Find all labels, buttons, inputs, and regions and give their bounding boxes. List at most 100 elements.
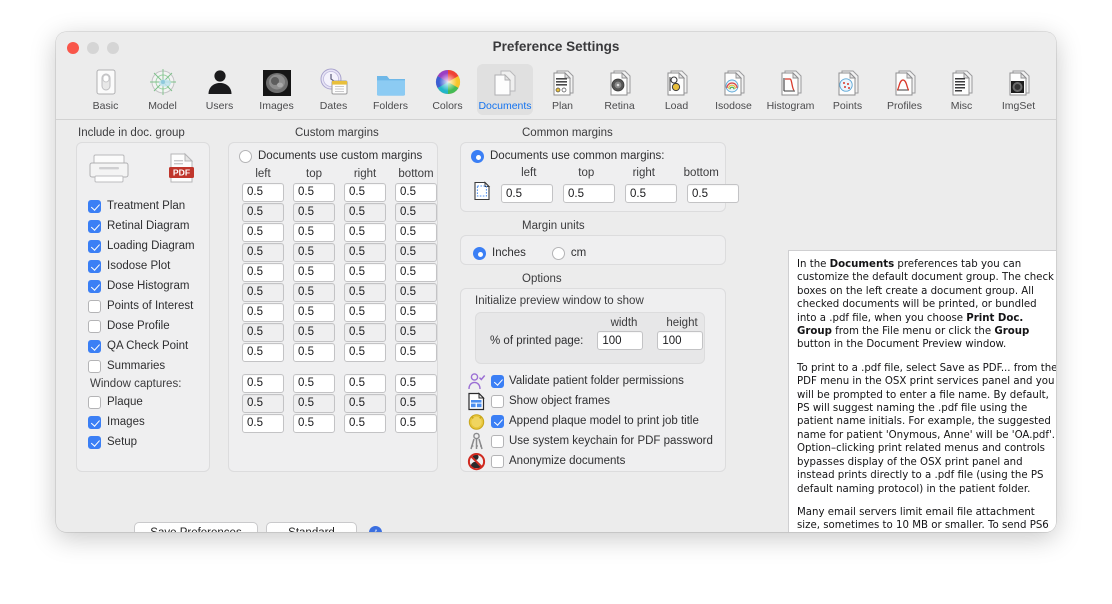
common-margin-input[interactable]: 0.5	[563, 184, 615, 203]
close-button[interactable]	[67, 42, 79, 54]
doc-group-item[interactable]: Isodose Plot	[88, 256, 209, 276]
margin-input[interactable]: 0.5	[344, 413, 386, 433]
margin-input[interactable]: 0.5	[293, 302, 335, 322]
option-row[interactable]: Show object frames	[467, 391, 725, 411]
margin-input[interactable]: 0.5	[344, 393, 386, 413]
margin-input[interactable]: 0.5	[293, 393, 335, 413]
common-margins-radio[interactable]: Documents use common margins:	[461, 143, 725, 163]
margin-input[interactable]: 0.5	[242, 342, 284, 362]
checkbox[interactable]	[88, 319, 101, 333]
checkbox[interactable]	[88, 279, 101, 293]
preview-size-input[interactable]: 100	[657, 331, 704, 350]
margin-input[interactable]: 0.5	[395, 182, 437, 202]
toolbar-tab-imgset[interactable]: ImgSet	[991, 64, 1046, 115]
toolbar-tab-dates[interactable]: Dates	[306, 64, 361, 115]
doc-group-item[interactable]: Dose Histogram	[88, 276, 209, 296]
checkbox[interactable]	[88, 395, 101, 409]
margin-input[interactable]: 0.5	[344, 242, 386, 262]
doc-group-item[interactable]: Retinal Diagram	[88, 216, 209, 236]
option-checkbox[interactable]	[491, 434, 504, 448]
checkbox[interactable]	[88, 359, 101, 373]
checkbox[interactable]	[88, 199, 101, 213]
toolbar-tab-basic[interactable]: Basic	[78, 64, 133, 115]
option-row[interactable]: Use system keychain for PDF password	[467, 431, 725, 451]
common-margin-input[interactable]: 0.5	[501, 184, 553, 203]
margin-input[interactable]: 0.5	[293, 373, 335, 393]
margin-input[interactable]: 0.5	[395, 222, 437, 242]
checkbox[interactable]	[88, 219, 101, 233]
margin-input[interactable]: 0.5	[242, 242, 284, 262]
toolbar-tab-documents[interactable]: Documents	[477, 64, 533, 115]
checkbox[interactable]	[88, 415, 101, 429]
margin-input[interactable]: 0.5	[395, 413, 437, 433]
margin-input[interactable]: 0.5	[344, 182, 386, 202]
toolbar-tab-profiles[interactable]: Profiles	[877, 64, 932, 115]
option-row[interactable]: Anonymize documents	[467, 451, 725, 471]
margin-input[interactable]: 0.5	[242, 222, 284, 242]
option-row[interactable]: Validate patient folder permissions	[467, 371, 725, 391]
toolbar-tab-plan[interactable]: Plan	[535, 64, 590, 115]
toolbar-tab-points[interactable]: Points	[820, 64, 875, 115]
margin-input[interactable]: 0.5	[344, 222, 386, 242]
option-checkbox[interactable]	[491, 374, 504, 388]
common-margins-radio-button[interactable]	[471, 149, 484, 163]
doc-group-item[interactable]: Dose Profile	[88, 316, 209, 336]
doc-group-item[interactable]: Summaries	[88, 356, 209, 376]
margin-input[interactable]: 0.5	[395, 202, 437, 222]
toolbar-tab-load[interactable]: Load	[649, 64, 704, 115]
margin-input[interactable]: 0.5	[293, 222, 335, 242]
margin-input[interactable]: 0.5	[395, 262, 437, 282]
margin-input[interactable]: 0.5	[293, 413, 335, 433]
toolbar-tab-isodose[interactable]: Isodose	[706, 64, 761, 115]
toolbar-tab-colors[interactable]: Colors	[420, 64, 475, 115]
margin-input[interactable]: 0.5	[395, 302, 437, 322]
margin-input[interactable]: 0.5	[344, 302, 386, 322]
margin-input[interactable]: 0.5	[395, 282, 437, 302]
custom-margins-radio-button[interactable]	[239, 149, 252, 163]
margin-input[interactable]: 0.5	[293, 202, 335, 222]
margin-input[interactable]: 0.5	[293, 242, 335, 262]
standard-button[interactable]: Standard	[266, 522, 357, 532]
margin-input[interactable]: 0.5	[344, 342, 386, 362]
margin-input[interactable]: 0.5	[242, 322, 284, 342]
common-margin-input[interactable]: 0.5	[687, 184, 739, 203]
save-preferences-button[interactable]: Save Preferences	[134, 522, 258, 532]
margin-input[interactable]: 0.5	[293, 262, 335, 282]
info-icon[interactable]: i	[369, 526, 382, 532]
margin-input[interactable]: 0.5	[242, 413, 284, 433]
margin-input[interactable]: 0.5	[242, 262, 284, 282]
toolbar-tab-users[interactable]: Users	[192, 64, 247, 115]
zoom-button[interactable]	[107, 42, 119, 54]
margin-input[interactable]: 0.5	[395, 322, 437, 342]
margin-input[interactable]: 0.5	[293, 282, 335, 302]
toolbar-tab-model[interactable]: Model	[135, 64, 190, 115]
checkbox[interactable]	[88, 339, 101, 353]
margin-input[interactable]: 0.5	[293, 182, 335, 202]
toolbar-tab-misc[interactable]: Misc	[934, 64, 989, 115]
radio-button[interactable]	[473, 246, 486, 260]
margin-unit-inches[interactable]: Inches	[473, 243, 526, 263]
margin-input[interactable]: 0.5	[395, 373, 437, 393]
margin-input[interactable]: 0.5	[344, 262, 386, 282]
checkbox[interactable]	[88, 435, 101, 449]
margin-input[interactable]: 0.5	[395, 242, 437, 262]
window-capture-item[interactable]: Plaque	[88, 392, 209, 412]
custom-margins-radio[interactable]: Documents use custom margins	[229, 143, 437, 163]
margin-input[interactable]: 0.5	[344, 202, 386, 222]
margin-input[interactable]: 0.5	[242, 182, 284, 202]
margin-input[interactable]: 0.5	[395, 393, 437, 413]
margin-input[interactable]: 0.5	[293, 322, 335, 342]
margin-input[interactable]: 0.5	[242, 282, 284, 302]
margin-input[interactable]: 0.5	[344, 282, 386, 302]
toolbar-tab-folders[interactable]: Folders	[363, 64, 418, 115]
margin-input[interactable]: 0.5	[344, 373, 386, 393]
doc-group-item[interactable]: QA Check Point	[88, 336, 209, 356]
common-margin-input[interactable]: 0.5	[625, 184, 677, 203]
margin-unit-cm[interactable]: cm	[551, 243, 586, 263]
doc-group-item[interactable]: Points of Interest	[88, 296, 209, 316]
radio-button[interactable]	[551, 246, 565, 260]
toolbar-tab-images[interactable]: Images	[249, 64, 304, 115]
margin-input[interactable]: 0.5	[242, 373, 284, 393]
option-checkbox[interactable]	[491, 414, 504, 428]
window-capture-item[interactable]: Setup	[88, 432, 209, 452]
